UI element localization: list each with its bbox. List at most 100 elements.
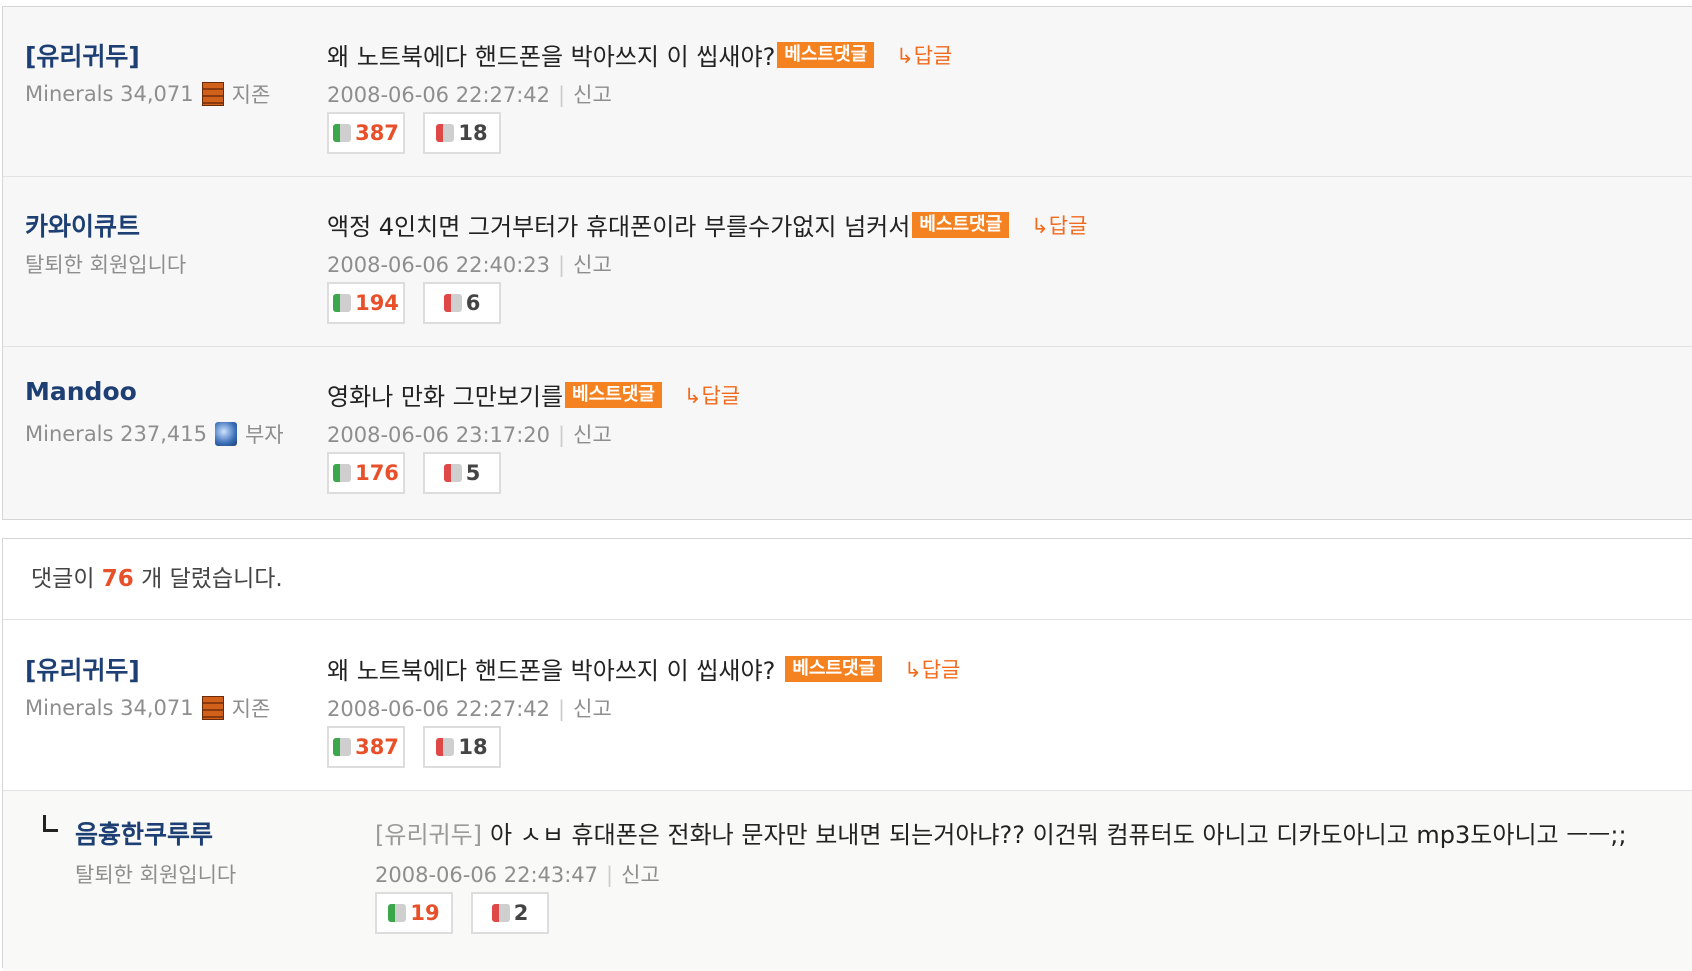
comment-body: 왜 노트북에다 핸드폰을 박아쓰지 이 씹새야? (327, 43, 776, 71)
comment-count-suffix: 개 달렸습니다. (141, 566, 283, 592)
comment-date: 2008-06-06 22:43:47 (375, 863, 599, 887)
downvote-button[interactable]: 18 (423, 726, 501, 768)
comment-count: 76 (101, 566, 134, 592)
downvote-button[interactable]: 18 (423, 112, 501, 154)
withdrawn-member-text: 탈퇴한 회원입니다 (75, 863, 237, 887)
separator: | (606, 863, 614, 887)
thumbs-down-icon (443, 464, 462, 482)
separator: | (558, 83, 566, 107)
upvote-button[interactable]: 19 (375, 892, 453, 934)
best-comment: [유리귀두] Minerals 34,071 지존 왜 노트북에다 핸드폰을 박… (3, 7, 1692, 177)
minerals-text: Minerals 34,071 (25, 696, 194, 720)
best-comment-badge: 베스트댓글 (785, 655, 883, 682)
comment-count-line: 댓글이 76 개 달렸습니다. (31, 559, 283, 593)
comment-body: 영화나 만화 그만보기를 (327, 383, 564, 411)
report-link[interactable]: 신고 (621, 863, 660, 887)
comment-text: 왜 노트북에다 핸드폰을 박아쓰지 이 씹새야? 베스트댓글 ↳답글 (327, 651, 960, 686)
gem-rank-icon (214, 422, 237, 446)
thumbs-down-icon (436, 124, 455, 142)
upvote-button[interactable]: 387 (327, 726, 405, 768)
comment-author[interactable]: [유리귀두] (25, 651, 140, 687)
comment-text: 왜 노트북에다 핸드폰을 박아쓰지 이 씹새야? 베스트댓글 ↳답글 (327, 37, 952, 72)
comment-date: 2008-06-06 23:17:20 (327, 423, 551, 447)
downvote-count: 6 (465, 291, 481, 315)
vote-buttons: 176 5 (327, 452, 501, 494)
report-link[interactable]: 신고 (573, 423, 612, 447)
thumbs-down-icon (491, 904, 510, 922)
thumbs-up-icon (333, 124, 352, 142)
comment: [유리귀두] Minerals 34,071 지존 왜 노트북에다 핸드폰을 박… (3, 621, 1692, 791)
reply-link[interactable]: ↳답글 (684, 380, 740, 410)
minerals-text: Minerals 34,071 (25, 82, 194, 106)
report-link[interactable]: 신고 (573, 83, 612, 107)
comments-section: 댓글이 76 개 달렸습니다. [유리귀두] Minerals 34,071 지… (2, 538, 1692, 971)
rank-label: 지존 (231, 83, 271, 107)
best-comment-badge: 베스트댓글 (777, 41, 875, 68)
thumbs-up-icon (333, 464, 352, 482)
reply-link[interactable]: ↳답글 (1031, 210, 1087, 240)
comment-body: 아 ㅅㅂ 휴대폰은 전화나 문자만 보내면 되는거아냐?? 이건뭐 컴퓨터도 아… (490, 821, 1627, 849)
author-meta: 탈퇴한 회원입니다 (25, 249, 186, 279)
downvote-button[interactable]: 2 (471, 892, 549, 934)
separator: | (558, 253, 566, 277)
comment-author[interactable]: [유리귀두] (25, 37, 140, 73)
brick-rank-icon (201, 696, 224, 720)
reply-link[interactable]: ↳답글 (904, 654, 960, 684)
thumbs-up-icon (388, 904, 407, 922)
separator: | (558, 423, 566, 447)
reply-corner-icon (43, 815, 58, 832)
reply-link[interactable]: ↳답글 (896, 40, 952, 70)
best-comment: 카와이큐트 탈퇴한 회원입니다 액정 4인치면 그거부터가 휴대폰이라 부를수가… (3, 177, 1692, 347)
upvote-count: 176 (355, 461, 399, 485)
withdrawn-member-text: 탈퇴한 회원입니다 (25, 253, 187, 277)
comment-body: 왜 노트북에다 핸드폰을 박아쓰지 이 씹새야? (327, 657, 776, 685)
downvote-count: 2 (513, 901, 529, 925)
report-link[interactable]: 신고 (573, 697, 612, 721)
comment-date: 2008-06-06 22:27:42 (327, 83, 551, 107)
downvote-count: 18 (458, 735, 488, 759)
reply-comment: 음흉한쿠루루 탈퇴한 회원입니다 [유리귀두] 아 ㅅㅂ 휴대폰은 전화나 문자… (3, 791, 1692, 971)
rank-label: 부자 (244, 423, 284, 447)
upvote-button[interactable]: 194 (327, 282, 405, 324)
comment-date-row: 2008-06-06 22:27:42 | 신고 (327, 79, 612, 109)
comment-date-row: 2008-06-06 22:40:23 | 신고 (327, 249, 612, 279)
comment-author[interactable]: Mandoo (25, 377, 137, 406)
best-comment: Mandoo Minerals 237,415 부자 영화나 만화 그만보기를 … (3, 347, 1692, 517)
comment-author[interactable]: 음흉한쿠루루 (75, 815, 213, 851)
divider (3, 619, 1692, 620)
upvote-button[interactable]: 176 (327, 452, 405, 494)
separator: | (558, 697, 566, 721)
comment-date-row: 2008-06-06 22:27:42 | 신고 (327, 693, 612, 723)
rank-label: 지존 (231, 697, 271, 721)
comment-text: 액정 4인치면 그거부터가 휴대폰이라 부를수가없지 넘커서 베스트댓글 ↳답글 (327, 207, 1087, 242)
report-link[interactable]: 신고 (573, 253, 612, 277)
best-comment-badge: 베스트댓글 (912, 211, 1010, 238)
vote-buttons: 387 18 (327, 112, 501, 154)
vote-buttons: 194 6 (327, 282, 501, 324)
vote-buttons: 387 18 (327, 726, 501, 768)
author-meta: Minerals 34,071 지존 (25, 693, 270, 723)
thumbs-up-icon (333, 738, 352, 756)
upvote-count: 387 (355, 735, 399, 759)
comment-date-row: 2008-06-06 23:17:20 | 신고 (327, 419, 612, 449)
comment-author[interactable]: 카와이큐트 (25, 207, 140, 243)
comment-count-prefix: 댓글이 (31, 566, 95, 592)
downvote-count: 5 (465, 461, 481, 485)
upvote-count: 387 (355, 121, 399, 145)
thumbs-up-icon (333, 294, 352, 312)
comment-date: 2008-06-06 22:40:23 (327, 253, 551, 277)
thumbs-down-icon (436, 738, 455, 756)
comment-body: 액정 4인치면 그거부터가 휴대폰이라 부를수가없지 넘커서 (327, 213, 911, 241)
downvote-button[interactable]: 6 (423, 282, 501, 324)
comment-date-row: 2008-06-06 22:43:47 | 신고 (375, 859, 660, 889)
downvote-count: 18 (458, 121, 488, 145)
upvote-button[interactable]: 387 (327, 112, 405, 154)
author-meta: Minerals 237,415 부자 (25, 419, 284, 449)
upvote-count: 19 (410, 901, 440, 925)
best-comments-box: [유리귀두] Minerals 34,071 지존 왜 노트북에다 핸드폰을 박… (2, 6, 1692, 520)
comment-date: 2008-06-06 22:27:42 (327, 697, 551, 721)
downvote-button[interactable]: 5 (423, 452, 501, 494)
author-meta: Minerals 34,071 지존 (25, 79, 270, 109)
upvote-count: 194 (355, 291, 399, 315)
brick-rank-icon (201, 82, 224, 106)
